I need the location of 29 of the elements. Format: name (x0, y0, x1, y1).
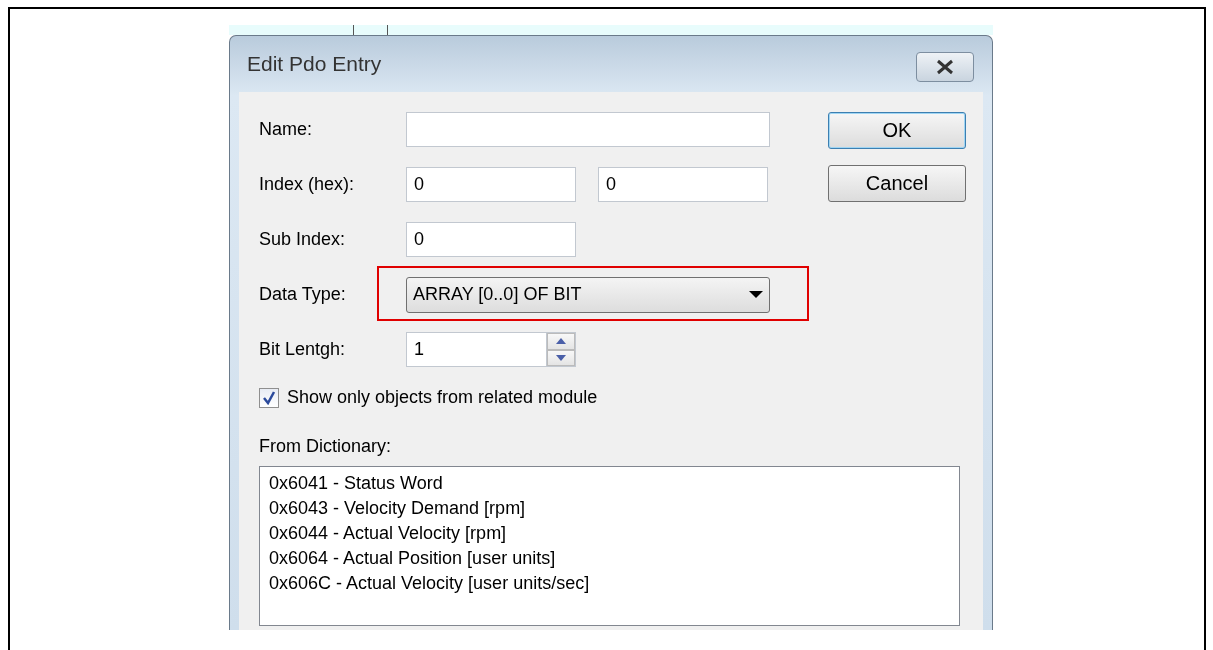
field-label: Bit Lentgh: (259, 339, 347, 360)
field-label: Sub Index: (259, 229, 347, 250)
window-title: Edit Pdo Entry (247, 52, 382, 76)
list-item[interactable]: 0x6043 - Velocity Demand [rpm] (269, 496, 526, 521)
list-item[interactable]: 0x606C - Actual Velocity [user units/sec] (269, 571, 590, 596)
checkbox[interactable] (259, 387, 279, 408)
input-field[interactable]: 0 (406, 167, 576, 202)
up-arrow-icon (556, 338, 566, 345)
ok-button[interactable]: OK (828, 112, 966, 149)
caret-icon (749, 290, 763, 299)
check-icon (262, 390, 276, 405)
list-item[interactable]: 0x6064 - Actual Position [user units] (269, 546, 556, 571)
list-item[interactable]: 0x6041 - Status Word (269, 471, 443, 496)
cancel-button[interactable]: Cancel (828, 165, 966, 202)
field-label: Data Type: (259, 284, 347, 305)
input-field[interactable]: 1 (406, 332, 546, 367)
down-arrow-icon (556, 354, 566, 361)
input-field[interactable]: 0 (598, 167, 768, 202)
field-label: Name: (259, 119, 313, 140)
list-label: From Dictionary: (259, 436, 393, 457)
list-item[interactable]: 0x6044 - Actual Velocity [rpm] (269, 521, 507, 546)
field-label: Index (hex): (259, 174, 356, 195)
close-icon (935, 59, 955, 75)
checkbox-label[interactable]: Show only objects from related module (287, 387, 598, 408)
dropdown[interactable]: ARRAY [0..0] OF BIT (406, 276, 770, 313)
input-field[interactable] (406, 112, 770, 147)
input-field[interactable]: 0 (406, 222, 576, 257)
spin-up-button[interactable] (547, 333, 575, 350)
close-button[interactable] (916, 52, 974, 82)
